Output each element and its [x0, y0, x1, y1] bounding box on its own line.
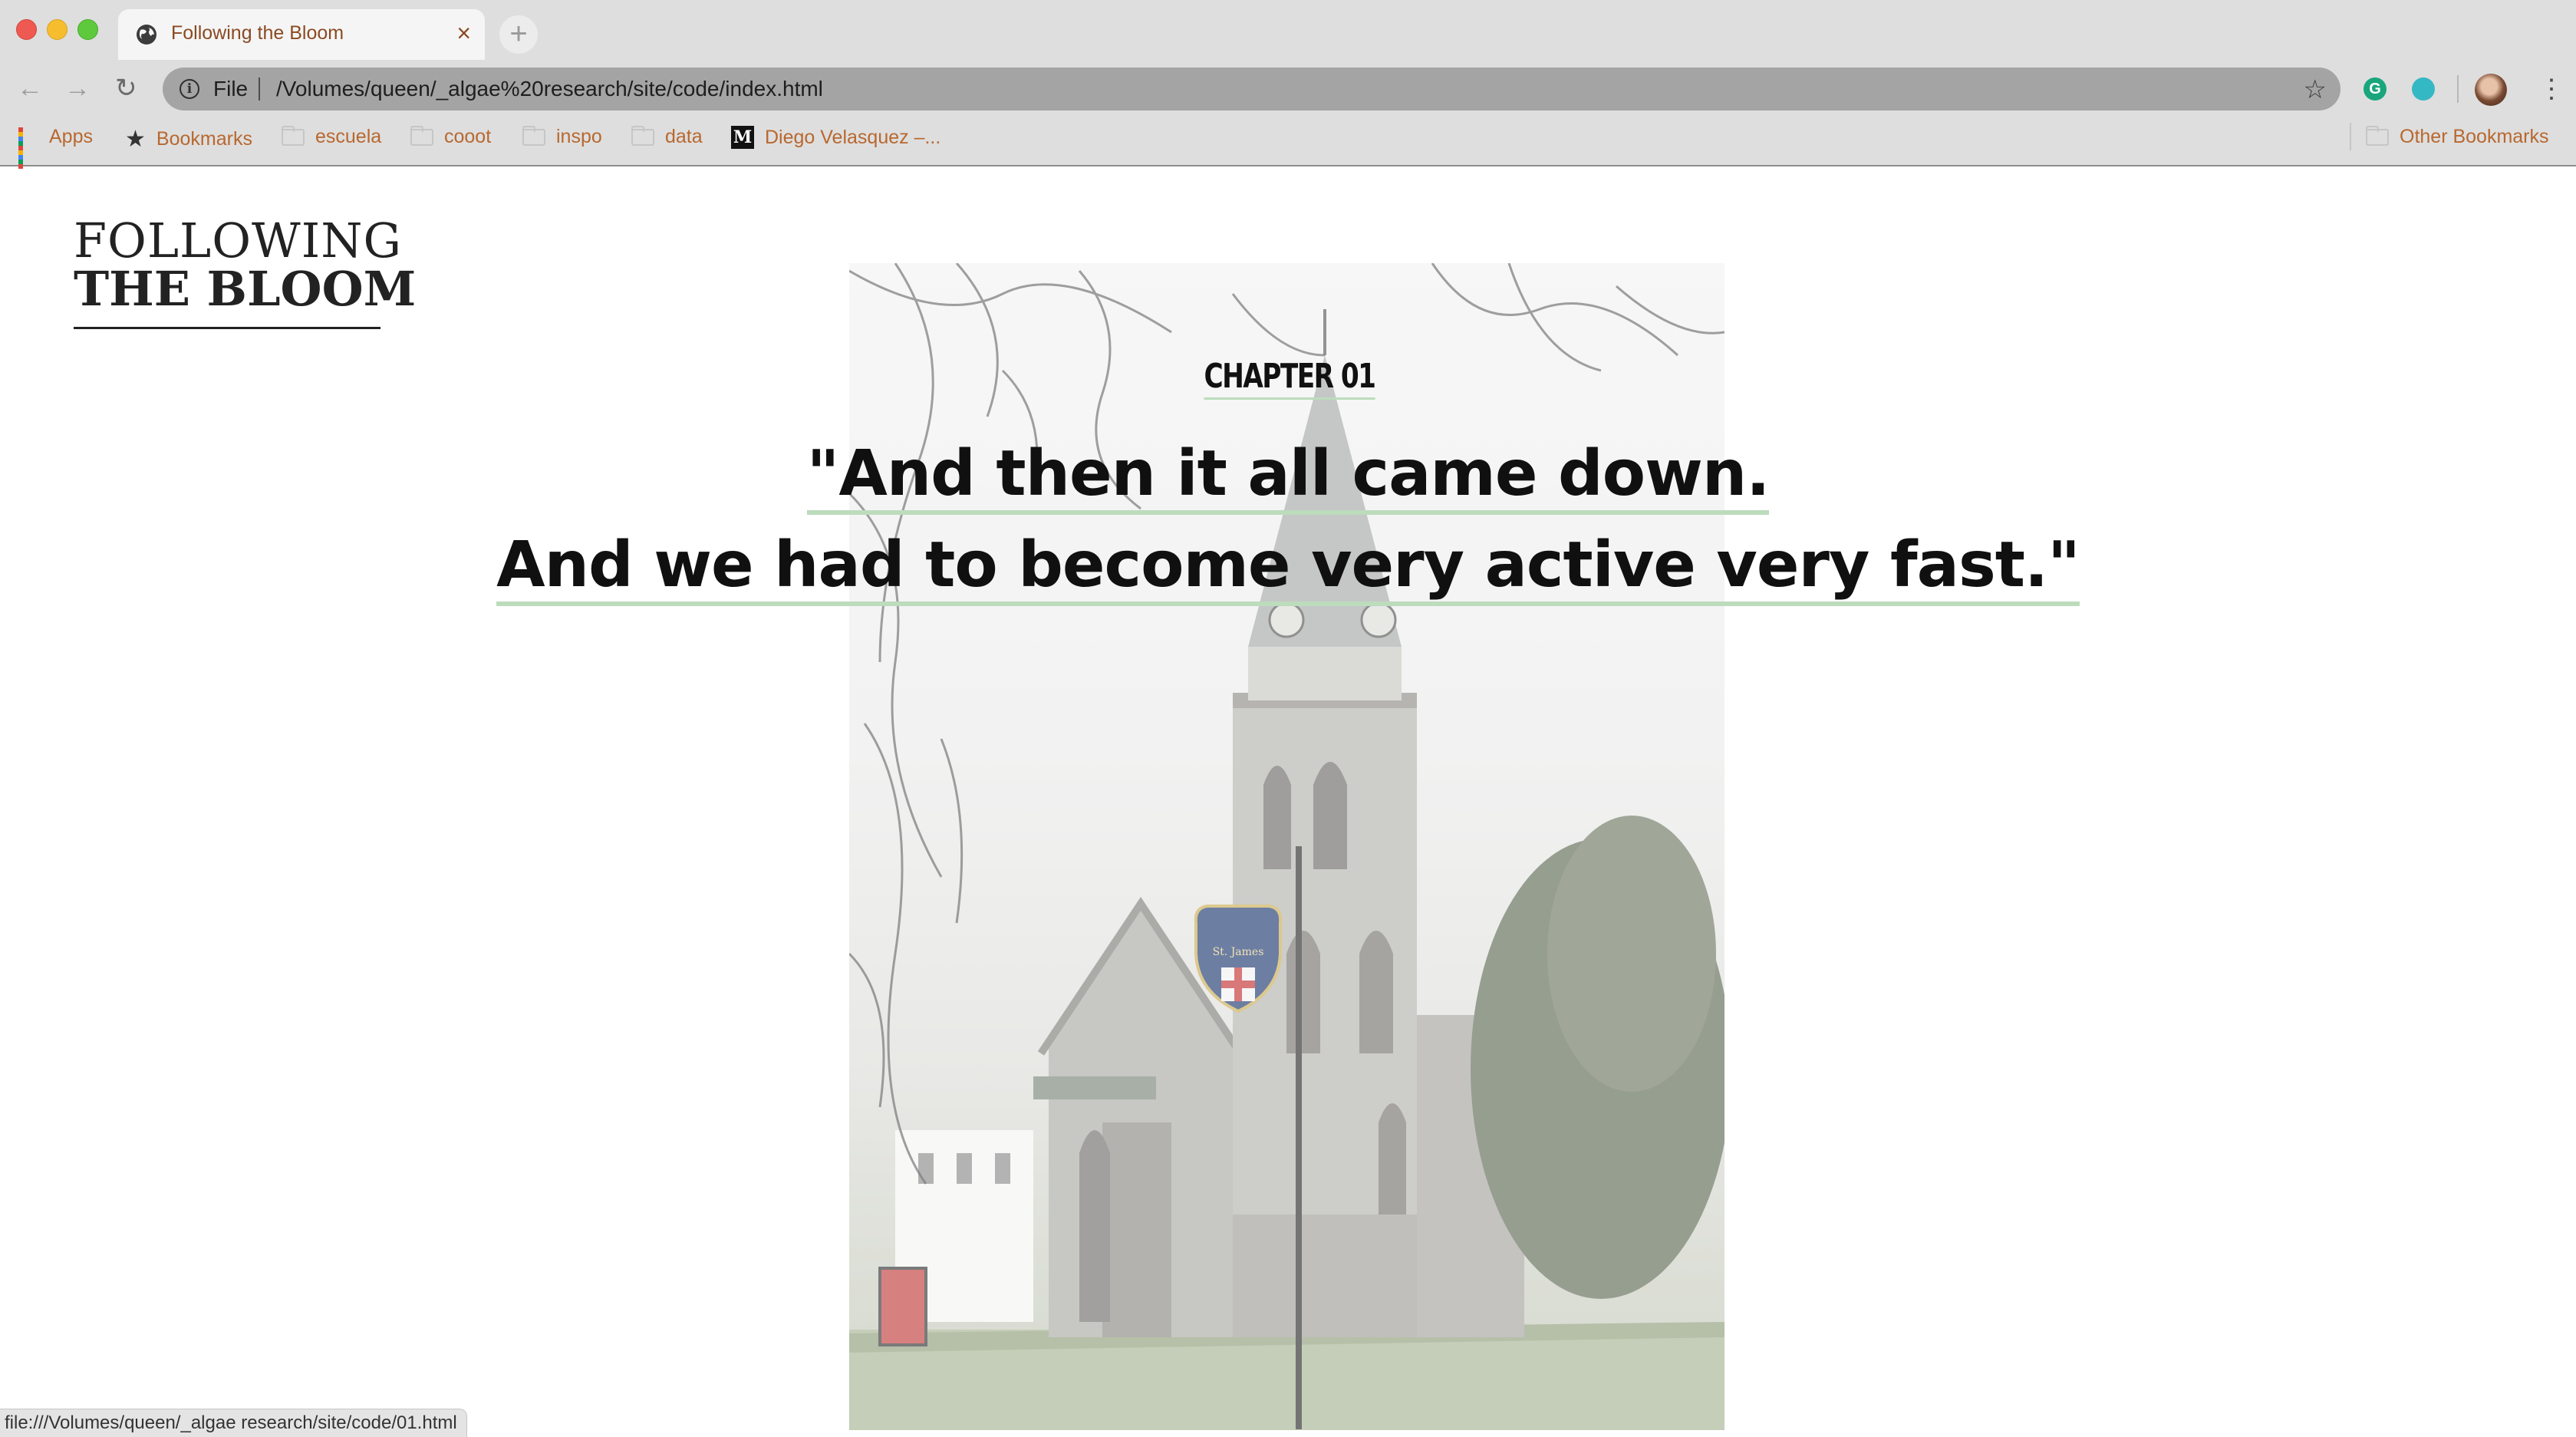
bookmarks-bar: Apps ★ Bookmarks escuela cooot inspo dat…: [0, 123, 2576, 169]
bookmark-label: inspo: [556, 126, 602, 147]
logo-line-following: FOLLOWING: [74, 213, 403, 269]
quote-line-1: "And then it all came down.: [0, 437, 2576, 515]
bookmark-label: cooot: [444, 126, 492, 147]
bookmark-label: escuela: [315, 126, 382, 147]
tab-following-the-bloom[interactable]: Following the Bloom ×: [118, 9, 485, 60]
bookmark-diego-velasquez[interactable]: M Diego Velasquez –...: [731, 126, 940, 149]
bookmark-label: Bookmarks: [156, 128, 252, 150]
logo-line-the-bloom: THE BLOOM: [74, 261, 417, 317]
folder-icon: [631, 125, 654, 146]
new-tab-button[interactable]: +: [499, 15, 538, 54]
bookmark-folder-data[interactable]: data: [631, 125, 703, 148]
bookmark-bookmarks[interactable]: ★ Bookmarks: [125, 126, 252, 153]
back-arrow-icon[interactable]: ←: [17, 74, 43, 103]
bookmark-label: Diego Velasquez –...: [765, 126, 941, 148]
site-logo[interactable]: FOLLOWING THE BLOOM: [74, 213, 417, 329]
bookmark-folder-escuela[interactable]: escuela: [282, 125, 382, 148]
bookmark-label: Other Bookmarks: [2400, 126, 2549, 147]
window-close-button[interactable]: [16, 19, 37, 40]
medium-icon: M: [731, 126, 754, 149]
browser-chrome: Following the Bloom × + ← → ↻ i File /Vo…: [0, 0, 2576, 169]
quote-line-1-text: "And then it all came down.: [806, 437, 1770, 515]
status-bar-link-preview: file:///Volumes/queen/_algae research/si…: [0, 1409, 467, 1437]
folder-icon: [282, 125, 305, 146]
chapter-label: CHAPTER 01: [285, 357, 2294, 400]
chapter-text: CHAPTER 01: [1204, 357, 1376, 400]
bookmark-star-icon[interactable]: ☆: [2304, 74, 2327, 105]
bookmark-folder-cooot[interactable]: cooot: [410, 125, 492, 148]
menu-kebab-icon[interactable]: ⋮: [2538, 74, 2564, 104]
tab-title: Following the Bloom: [171, 22, 344, 44]
quote-line-2: And we had to become very active very fa…: [0, 529, 2576, 606]
globe-icon: [137, 25, 156, 44]
address-url[interactable]: /Volumes/queen/_algae%20research/site/co…: [276, 77, 823, 101]
window-maximize-button[interactable]: [77, 19, 98, 40]
toolbar-divider: [2457, 75, 2459, 103]
bookmark-apps[interactable]: Apps: [18, 126, 93, 169]
folder-icon: [522, 125, 545, 146]
apps-grid-icon: [18, 127, 38, 169]
bookmark-other-bookmarks[interactable]: Other Bookmarks: [2366, 125, 2549, 148]
bookmark-label: Apps: [49, 126, 93, 147]
address-bar[interactable]: i File /Volumes/queen/_algae%20research/…: [163, 68, 2340, 110]
address-scheme-label: File: [213, 77, 249, 101]
extension-icon[interactable]: [2412, 77, 2435, 101]
tab-close-icon[interactable]: ×: [456, 21, 471, 45]
folder-icon: [2366, 125, 2389, 146]
address-divider: [259, 77, 260, 101]
star-icon: ★: [125, 127, 146, 152]
reload-icon[interactable]: ↻: [115, 74, 137, 103]
bookmark-label: data: [665, 126, 703, 147]
window-minimize-button[interactable]: [47, 19, 68, 40]
quote-line-2-text: And we had to become very active very fa…: [496, 529, 2080, 606]
bookmark-folder-inspo[interactable]: inspo: [522, 125, 602, 148]
forward-arrow-icon[interactable]: →: [64, 74, 91, 103]
logo-underline: [74, 327, 380, 329]
bookmarks-divider: [2350, 123, 2351, 150]
info-icon[interactable]: i: [180, 79, 199, 99]
grammarly-extension-icon[interactable]: G: [2364, 77, 2387, 101]
folder-icon: [410, 125, 433, 146]
profile-avatar[interactable]: [2475, 74, 2507, 106]
